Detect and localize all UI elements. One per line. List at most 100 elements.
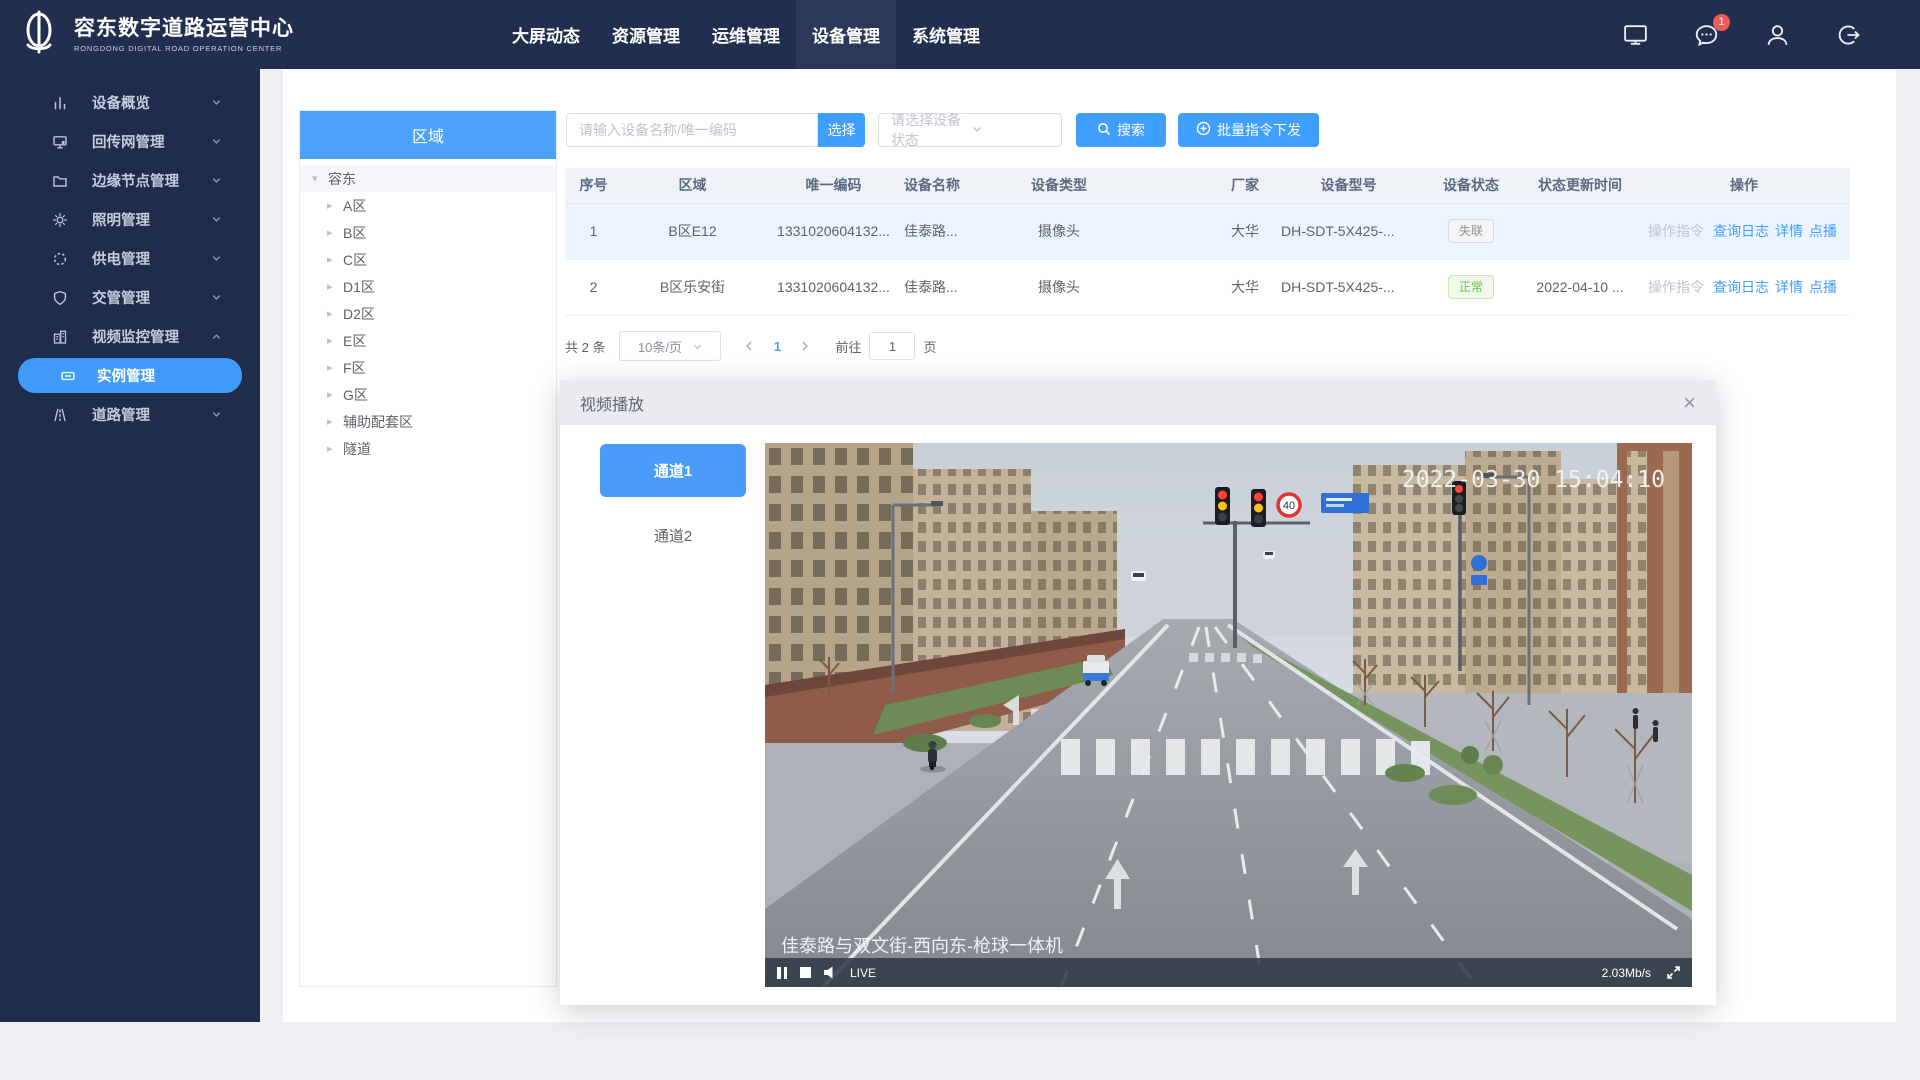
tree-node[interactable]: ▸D1区 — [300, 273, 556, 300]
chevron-up-icon — [211, 331, 222, 342]
col-region: 区域 — [622, 168, 763, 203]
tree-node[interactable]: ▸辅助配套区 — [300, 408, 556, 435]
pagination: 共 2 条 10条/页 1 前往 页 — [565, 331, 937, 361]
stop-button[interactable] — [800, 967, 811, 978]
prev-page-button[interactable] — [735, 332, 763, 360]
car — [1131, 571, 1146, 581]
tree-node[interactable]: ▸隧道 — [300, 435, 556, 462]
pagination-total: 共 2 条 — [565, 337, 605, 356]
status-select[interactable]: 请选择设备状态 — [878, 113, 1062, 147]
nav-tab-system[interactable]: 系统管理 — [896, 0, 996, 69]
tree-node[interactable]: ▸F区 — [300, 354, 556, 381]
caret-right-icon: ▸ — [327, 415, 343, 428]
sidebar-item-label: 视频监控管理 — [92, 326, 179, 347]
bitrate-label: 2.03Mb/s — [1602, 966, 1651, 980]
action-query-log[interactable]: 查询日志 — [1713, 279, 1769, 295]
street-scene: 40 — [765, 443, 1692, 987]
device-table: 序号 区域 唯一编码 设备名称 设备类型 厂家 设备型号 设备状态 状态更新时间… — [565, 168, 1850, 316]
sidebar-subitem-wrap: 实例管理 — [0, 356, 260, 395]
monitor-icon[interactable] — [1622, 22, 1649, 47]
message-icon[interactable]: 1 — [1693, 22, 1720, 48]
search-button[interactable]: 搜索 — [1076, 113, 1166, 147]
sidebar-item-road[interactable]: 道路管理 — [0, 395, 260, 434]
logo-subtitle: RONGDONG DIGITAL ROAD OPERATION CENTER — [74, 44, 294, 53]
sidebar-item-edge-node[interactable]: 边缘节点管理 — [0, 161, 260, 200]
tree-node[interactable]: ▸B区 — [300, 219, 556, 246]
next-page-button[interactable] — [791, 332, 819, 360]
action-detail[interactable]: 详情 — [1775, 279, 1803, 295]
tree-node[interactable]: ▸D2区 — [300, 300, 556, 327]
col-actions: 操作 — [1638, 168, 1850, 203]
col-code: 唯一编码 — [763, 168, 904, 203]
user-icon[interactable] — [1764, 22, 1791, 48]
page-size-select[interactable]: 10条/页 — [619, 331, 721, 361]
status-badge: 正常 — [1448, 275, 1494, 299]
channel-2-button[interactable]: 通道2 — [600, 521, 746, 549]
network-icon — [52, 133, 69, 150]
instance-icon — [60, 367, 77, 384]
caret-right-icon: ▸ — [327, 334, 343, 347]
chevron-down-icon — [211, 253, 222, 264]
nav-tab-resource[interactable]: 资源管理 — [596, 0, 696, 69]
sidebar-item-video-surveillance[interactable]: 视频监控管理 — [0, 317, 260, 356]
plus-circle-icon — [1196, 121, 1211, 139]
channel-1-button[interactable]: 通道1 — [600, 444, 746, 497]
sidebar-item-overview[interactable]: 设备概览 — [0, 83, 260, 122]
sidebar-item-backhaul[interactable]: 回传网管理 — [0, 122, 260, 161]
sidebar-item-instance[interactable]: 实例管理 — [18, 358, 242, 393]
top-header: 容东数字道路运营中心 RONGDONG DIGITAL ROAD OPERATI… — [0, 0, 1920, 69]
sidebar-item-label: 交管管理 — [92, 287, 150, 308]
fullscreen-icon[interactable] — [1667, 966, 1680, 979]
region-panel-header[interactable]: 区域 — [300, 111, 556, 159]
caret-right-icon: ▸ — [327, 361, 343, 374]
device-search-input[interactable] — [566, 113, 818, 147]
action-query-log[interactable]: 查询日志 — [1713, 223, 1769, 239]
lighting-icon — [52, 211, 69, 228]
channel-list: 通道1 通道2 — [600, 444, 746, 549]
sidebar-item-label: 回传网管理 — [92, 131, 165, 152]
tree-node[interactable]: ▸C区 — [300, 246, 556, 273]
tree-node[interactable]: ▸G区 — [300, 381, 556, 408]
nav-tab-ops[interactable]: 运维管理 — [696, 0, 796, 69]
tree-node[interactable]: ▸E区 — [300, 327, 556, 354]
logout-icon[interactable] — [1835, 22, 1862, 48]
nav-tab-device[interactable]: 设备管理 — [796, 0, 896, 69]
table-row[interactable]: 1 B区E12 1331020604132... 佳泰路... 摄像头 大华 D… — [565, 203, 1850, 259]
page: 容东数字道路运营中心 RONGDONG DIGITAL ROAD OPERATI… — [0, 0, 1920, 1080]
col-vendor: 厂家 — [1129, 168, 1277, 203]
caret-right-icon: ▸ — [327, 280, 343, 293]
action-play[interactable]: 点播 — [1809, 279, 1837, 295]
chevron-down-icon — [692, 341, 703, 352]
action-play[interactable]: 点播 — [1809, 223, 1837, 239]
chevron-down-icon — [211, 175, 222, 186]
surveillance-icon — [52, 328, 69, 345]
close-icon[interactable]: × — [1683, 392, 1696, 414]
select-button[interactable]: 选择 — [818, 113, 865, 147]
edge-node-icon — [52, 172, 69, 189]
chevron-down-icon — [211, 136, 222, 147]
volume-icon[interactable] — [824, 966, 837, 979]
caret-right-icon: ▸ — [327, 199, 343, 212]
goto-page-input[interactable] — [869, 332, 915, 360]
traffic-icon — [52, 289, 69, 306]
main-nav: 大屏动态 资源管理 运维管理 设备管理 系统管理 — [496, 0, 996, 69]
sidebar-item-label: 道路管理 — [92, 404, 150, 425]
chevron-down-icon — [211, 292, 222, 303]
tree-node-root[interactable]: ▾容东 — [300, 165, 556, 192]
table-row[interactable]: 2 B区乐安街 1331020604132... 佳泰路... 摄像头 大华 D… — [565, 259, 1850, 315]
batch-command-button[interactable]: 批量指令下发 — [1178, 113, 1319, 147]
nav-tab-bigscreen[interactable]: 大屏动态 — [496, 0, 596, 69]
sidebar-item-lighting[interactable]: 照明管理 — [0, 200, 260, 239]
sidebar-item-traffic[interactable]: 交管管理 — [0, 278, 260, 317]
table-header-row: 序号 区域 唯一编码 设备名称 设备类型 厂家 设备型号 设备状态 状态更新时间… — [565, 168, 1850, 203]
video-player[interactable]: 40 — [765, 443, 1692, 987]
action-detail[interactable]: 详情 — [1775, 223, 1803, 239]
sidebar-item-label: 设备概览 — [92, 92, 150, 113]
goto-page: 前往 页 — [835, 332, 936, 360]
current-page[interactable]: 1 — [763, 339, 791, 354]
sidebar-item-power[interactable]: 供电管理 — [0, 239, 260, 278]
video-modal: 视频播放 × 通道1 通道2 — [560, 380, 1716, 1005]
chevron-down-icon — [211, 409, 222, 420]
tree-node[interactable]: ▸A区 — [300, 192, 556, 219]
pause-button[interactable] — [777, 967, 787, 979]
